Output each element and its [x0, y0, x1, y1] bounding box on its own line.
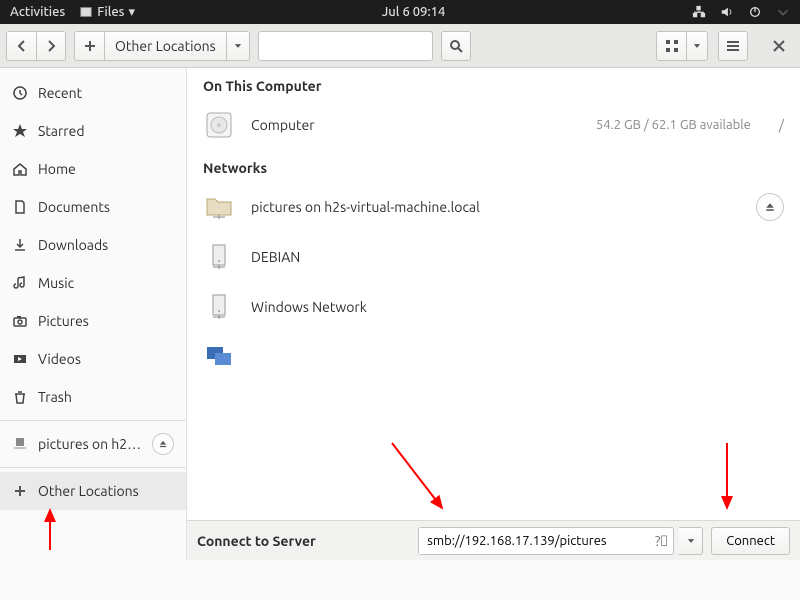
music-icon [12, 275, 28, 291]
windows-network-icon [203, 341, 235, 373]
view-options-button[interactable] [686, 31, 708, 61]
sidebar-item-mount[interactable]: pictures on h2… [0, 425, 186, 463]
sidebar-item-starred[interactable]: Starred [0, 112, 186, 150]
sidebar-item-home[interactable]: Home [0, 150, 186, 188]
address-bar[interactable] [258, 31, 433, 61]
volume-indicator-icon[interactable] [720, 5, 734, 19]
search-icon [448, 38, 464, 54]
recent-servers-dropdown[interactable] [679, 527, 703, 555]
view-switcher [656, 31, 708, 61]
icon-view-button[interactable] [656, 31, 686, 61]
row-label: Computer [251, 117, 580, 133]
row-network-host[interactable]: DEBIAN [187, 232, 800, 282]
app-menu[interactable]: Files ▾ [79, 5, 135, 20]
trash-icon [12, 389, 28, 405]
grid-icon [664, 38, 680, 54]
row-windows-network[interactable] [187, 332, 800, 382]
row-computer[interactable]: Computer 54.2 GB / 62.1 GB available / [187, 100, 800, 150]
server-address-input[interactable] [419, 528, 649, 554]
hamburger-menu-button[interactable] [718, 31, 748, 61]
toolbar: Other Locations [0, 24, 800, 68]
network-drive-icon [12, 436, 28, 452]
plus-icon [82, 38, 98, 54]
document-icon [12, 199, 28, 215]
triangle-down-icon [686, 536, 696, 546]
sidebar-item-recent[interactable]: Recent [0, 74, 186, 112]
sidebar-separator [0, 467, 186, 468]
harddisk-icon [203, 109, 235, 141]
close-icon [771, 38, 787, 54]
activities-button[interactable]: Activities [10, 5, 65, 19]
eject-icon [158, 439, 168, 449]
row-network-host[interactable]: Windows Network [187, 282, 800, 332]
video-icon [12, 351, 28, 367]
network-indicator-icon[interactable] [692, 5, 706, 19]
search-button[interactable] [441, 31, 471, 61]
download-icon [12, 237, 28, 253]
clock-icon [12, 85, 28, 101]
sidebar-item-music[interactable]: Music [0, 264, 186, 302]
server-icon [203, 241, 235, 273]
clock[interactable]: Jul 6 09:14 [135, 5, 692, 19]
row-label: pictures on h2s-virtual-machine.local [251, 199, 740, 215]
sidebar-item-videos[interactable]: Videos [0, 340, 186, 378]
eject-icon [764, 201, 776, 213]
section-header-networks: Networks [187, 150, 800, 182]
files-app-icon [79, 5, 93, 19]
sidebar-item-pictures[interactable]: Pictures [0, 302, 186, 340]
row-path: / [779, 117, 784, 133]
sidebar-item-downloads[interactable]: Downloads [0, 226, 186, 264]
chevron-down-icon[interactable] [776, 5, 790, 19]
row-network-share[interactable]: pictures on h2s-virtual-machine.local [187, 182, 800, 232]
triangle-down-icon [692, 41, 702, 51]
star-icon [12, 123, 28, 139]
home-icon [12, 161, 28, 177]
camera-icon [12, 313, 28, 329]
chevron-left-icon [14, 38, 30, 54]
server-icon [203, 291, 235, 323]
content-pane: On This Computer Computer 54.2 GB / 62.1… [187, 68, 800, 560]
menu-icon [725, 38, 741, 54]
new-tab-button[interactable] [74, 31, 104, 61]
server-address-input-wrap: ?⃝ [418, 527, 674, 555]
eject-button[interactable] [756, 193, 784, 221]
row-meta: 54.2 GB / 62.1 GB available [596, 118, 751, 132]
sidebar-item-trash[interactable]: Trash [0, 378, 186, 416]
close-button[interactable] [764, 31, 794, 61]
section-header-computer: On This Computer [187, 68, 800, 100]
sidebar-separator [0, 420, 186, 421]
location-dropdown[interactable] [226, 31, 250, 61]
triangle-down-icon [233, 41, 243, 51]
main-area: Recent Starred Home Documents Downloads … [0, 68, 800, 560]
connect-footer: Connect to Server ?⃝ Connect [187, 520, 800, 560]
network-folder-icon [203, 191, 235, 223]
sidebar: Recent Starred Home Documents Downloads … [0, 68, 187, 560]
sidebar-item-documents[interactable]: Documents [0, 188, 186, 226]
eject-button[interactable] [152, 433, 174, 455]
gnome-topbar: Activities Files ▾ Jul 6 09:14 [0, 0, 800, 24]
back-button[interactable] [6, 31, 36, 61]
help-hint-icon[interactable]: ?⃝ [649, 533, 673, 549]
chevron-right-icon [43, 38, 59, 54]
connect-button[interactable]: Connect [711, 527, 790, 555]
connect-label: Connect to Server [197, 533, 316, 549]
row-label: DEBIAN [251, 249, 784, 265]
plus-icon [12, 483, 28, 499]
path-bar: Other Locations [74, 31, 250, 61]
power-indicator-icon[interactable] [748, 5, 762, 19]
sidebar-item-other-locations[interactable]: Other Locations [0, 472, 186, 510]
location-button[interactable]: Other Locations [104, 31, 226, 61]
forward-button[interactable] [36, 31, 66, 61]
row-label: Windows Network [251, 299, 784, 315]
